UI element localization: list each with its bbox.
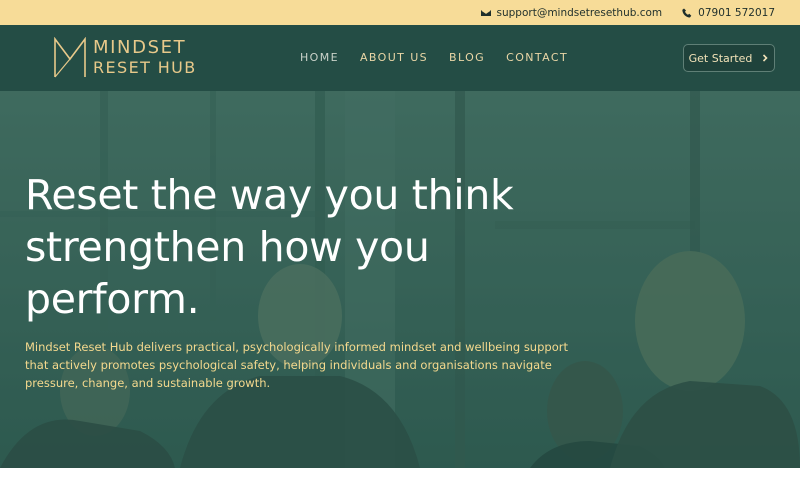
headline-line-3: perform. (25, 275, 200, 323)
hero-description: Mindset Reset Hub delivers practical, ps… (25, 340, 568, 390)
logo-line1: MINDSET (93, 37, 187, 58)
logo-line2: RESET HUB (93, 58, 197, 77)
nav-about-us[interactable]: ABOUT US (360, 51, 428, 64)
hero-headline: Reset the way you think strengthen how y… (25, 169, 585, 325)
nav-contact[interactable]: CONTACT (506, 51, 568, 64)
site-logo[interactable]: MINDSET RESET HUB (53, 37, 197, 79)
chevron-right-icon (763, 54, 768, 62)
contact-bar: support@mindsetresethub.com 07901 572017 (0, 0, 800, 25)
email-contact[interactable]: support@mindsetresethub.com (480, 7, 663, 19)
phone-contact[interactable]: 07901 572017 (682, 7, 775, 19)
main-nav: HOME ABOUT US BLOG CONTACT (300, 51, 589, 64)
m-monogram-icon (54, 37, 86, 78)
get-started-button[interactable]: Get Started (683, 44, 775, 72)
get-started-label: Get Started (688, 51, 753, 65)
site-header: MINDSET RESET HUB HOME ABOUT US BLOG CON… (0, 25, 800, 91)
headline-line-2: strengthen how you (25, 223, 430, 271)
nav-home[interactable]: HOME (300, 51, 339, 64)
nav-blog[interactable]: BLOG (449, 51, 485, 64)
logo-wordmark: MINDSET RESET HUB (93, 38, 197, 78)
page-below-hero (0, 468, 800, 500)
hero-section: Reset the way you think strengthen how y… (0, 91, 800, 468)
envelope-icon (480, 9, 491, 16)
phone-icon (682, 8, 692, 17)
email-link[interactable]: support@mindsetresethub.com (497, 7, 663, 19)
headline-line-1: Reset the way you think (25, 171, 514, 219)
phone-link[interactable]: 07901 572017 (698, 7, 775, 19)
